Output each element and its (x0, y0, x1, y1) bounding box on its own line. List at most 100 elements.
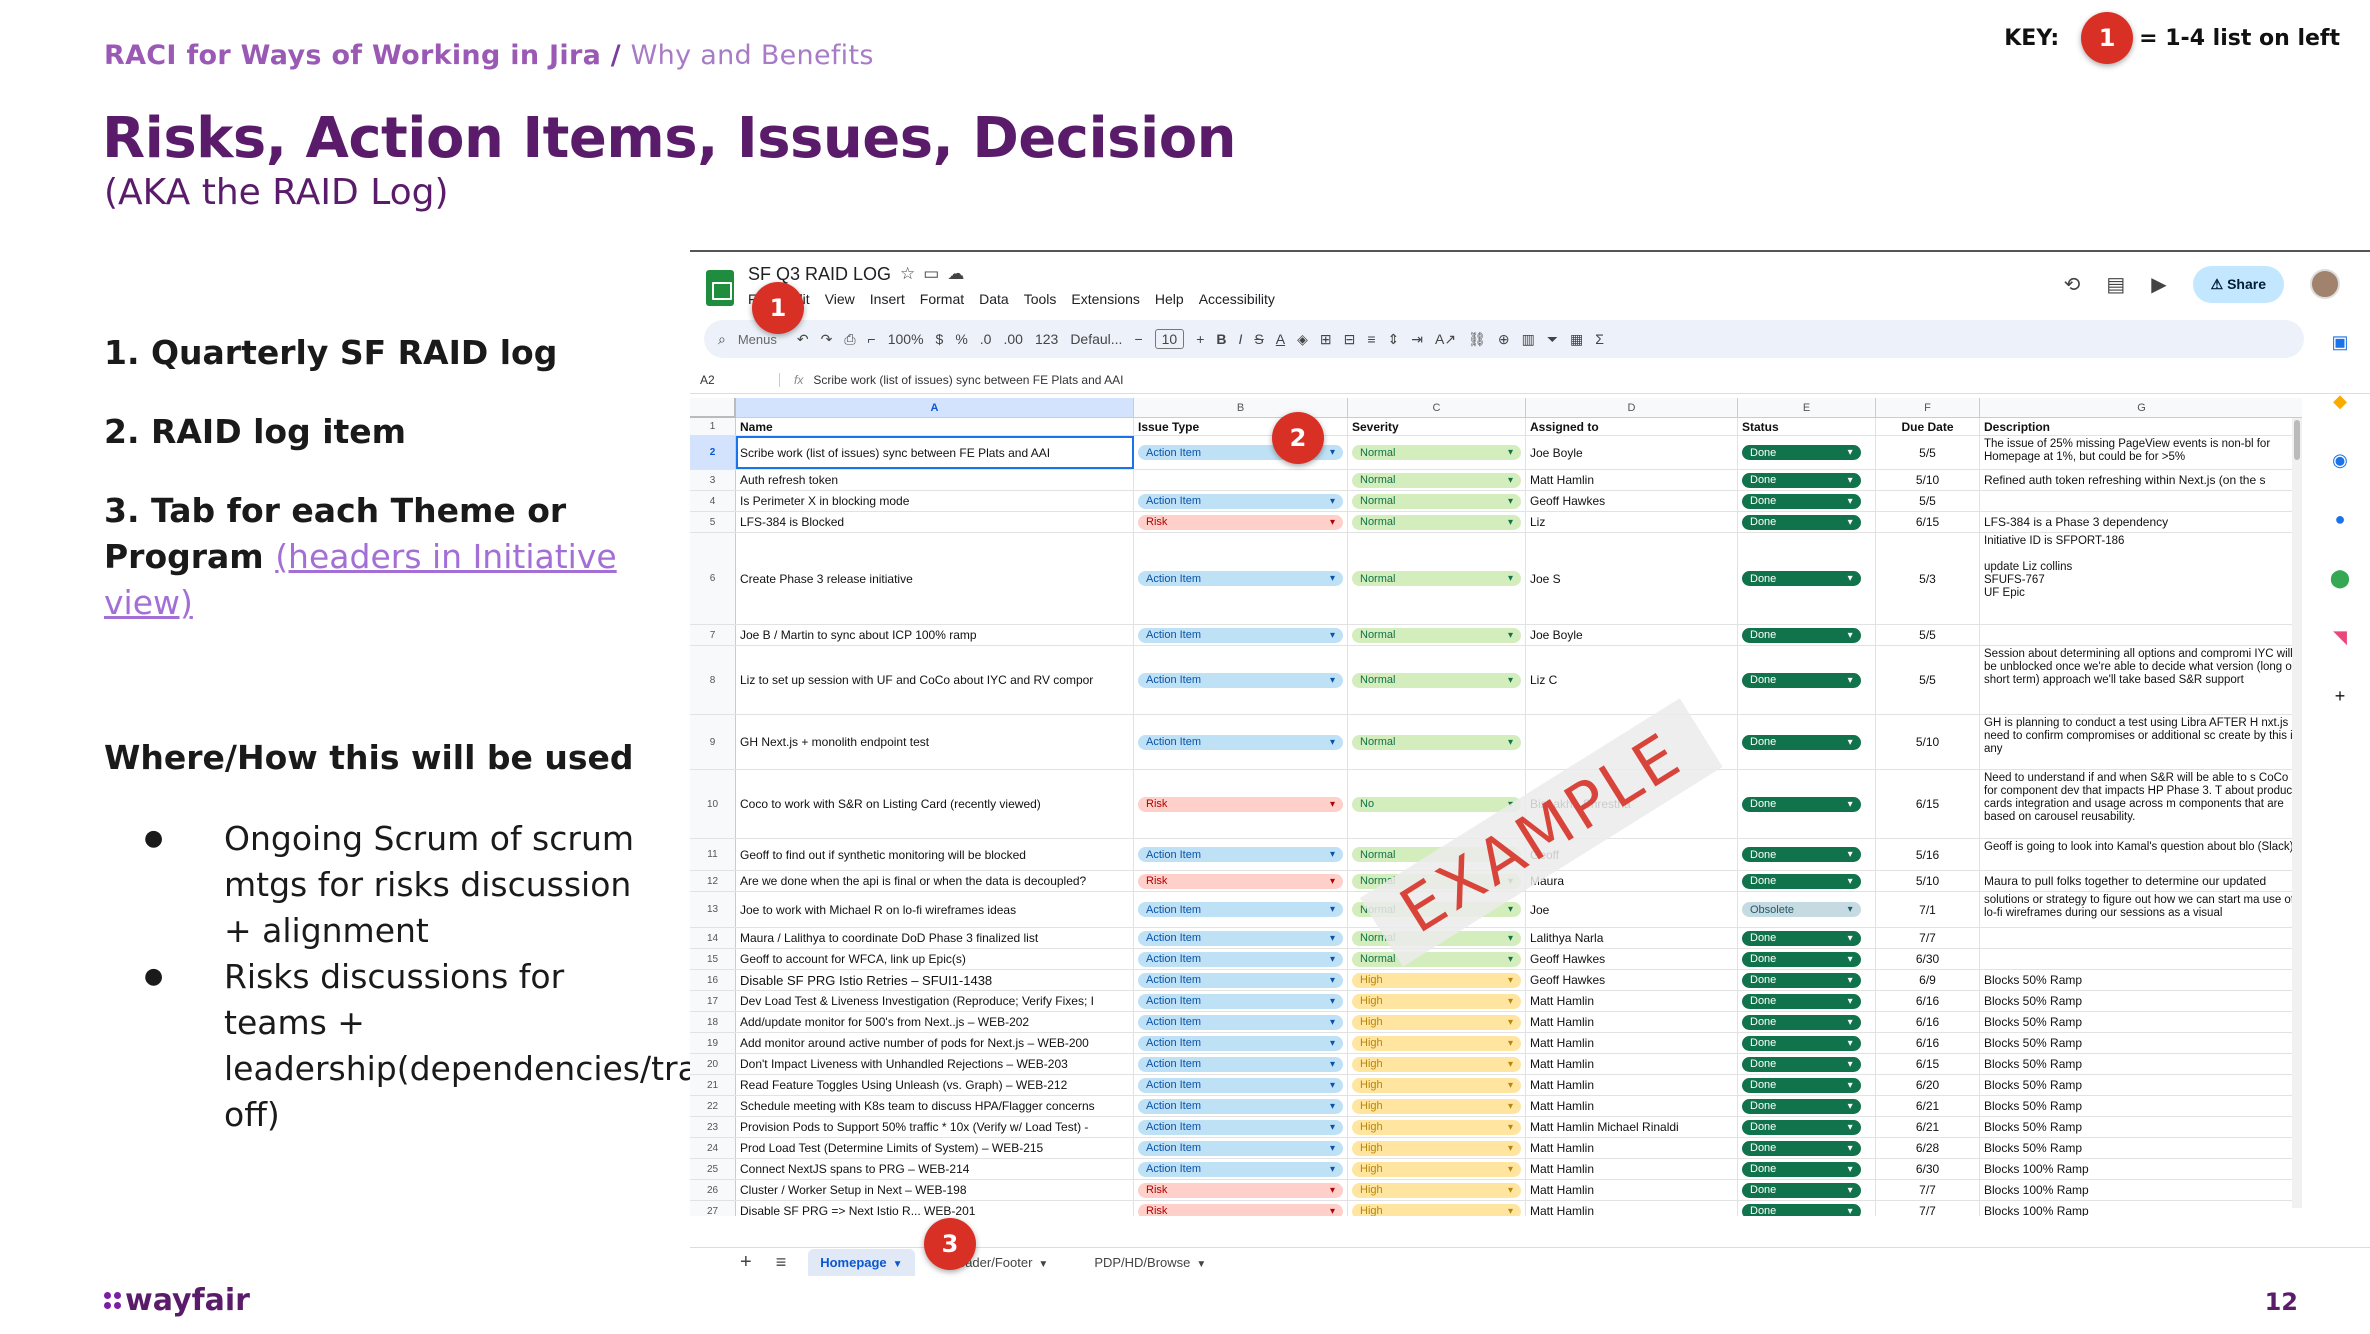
row-number[interactable]: 14 (690, 928, 736, 948)
header-cell[interactable]: Description (1980, 418, 2302, 435)
status-dropdown[interactable]: Done (1742, 1014, 1861, 1030)
column-header-f[interactable]: F (1876, 398, 1980, 418)
severity-cell[interactable]: Normal (1348, 533, 1526, 624)
name-cell[interactable]: Geoff to account for WFCA, link up Epic(… (736, 949, 1134, 969)
status-dropdown[interactable]: Done (1742, 672, 1861, 688)
description-cell[interactable]: Blocks 50% Ramp (1980, 970, 2302, 990)
header-cell[interactable]: Severity (1348, 418, 1526, 435)
menu-data[interactable]: Data (979, 291, 1009, 307)
sheets-logo-icon[interactable] (706, 270, 734, 306)
issue-type-dropdown[interactable]: Action Item (1138, 1161, 1343, 1177)
status-dropdown[interactable]: Done (1742, 734, 1861, 750)
severity-cell[interactable]: High (1348, 1201, 1526, 1216)
description-cell[interactable]: Blocks 50% Ramp (1980, 1075, 2302, 1095)
cell-reference[interactable]: A2 (690, 372, 780, 387)
severity-cell[interactable]: High (1348, 1180, 1526, 1200)
severity-dropdown[interactable]: High (1352, 1098, 1521, 1114)
severity-cell[interactable]: High (1348, 1096, 1526, 1116)
column-header-a[interactable]: A (736, 398, 1134, 418)
due-date-cell[interactable]: 6/30 (1876, 949, 1980, 969)
status-cell[interactable]: Done (1738, 646, 1876, 714)
severity-cell[interactable]: High (1348, 1138, 1526, 1158)
issue-type-dropdown[interactable]: Risk (1138, 1182, 1343, 1198)
assigned-cell[interactable]: Geoff Hawkes (1526, 949, 1738, 969)
issue-type-dropdown[interactable]: Action Item (1138, 734, 1343, 750)
due-date-cell[interactable]: 5/3 (1876, 533, 1980, 624)
issue-type-cell[interactable]: Risk (1134, 512, 1348, 532)
severity-dropdown[interactable]: High (1352, 993, 1521, 1009)
comment-icon[interactable]: ⊕ (1498, 331, 1510, 348)
issue-type-dropdown[interactable]: Action Item (1138, 1119, 1343, 1135)
assigned-cell[interactable]: Matt Hamlin (1526, 1201, 1738, 1216)
severity-dropdown[interactable]: Normal (1352, 627, 1521, 643)
severity-dropdown[interactable]: No (1352, 796, 1521, 812)
status-dropdown[interactable]: Done (1742, 571, 1861, 586)
menus-search[interactable]: Menus (738, 332, 777, 347)
name-cell[interactable]: GH Next.js + monolith endpoint test (736, 715, 1134, 769)
chart-icon[interactable]: ▥ (1522, 331, 1535, 348)
severity-dropdown[interactable]: High (1352, 1077, 1521, 1093)
description-cell[interactable] (1980, 928, 2302, 948)
assigned-cell[interactable]: Matt Hamlin (1526, 470, 1738, 490)
name-cell[interactable]: Provision Pods to Support 50% traffic * … (736, 1117, 1134, 1137)
redo-icon[interactable]: ↷ (821, 331, 833, 348)
issue-type-dropdown[interactable]: Action Item (1138, 1098, 1343, 1114)
status-dropdown[interactable]: Done (1742, 1161, 1861, 1177)
name-cell[interactable]: Schedule meeting with K8s team to discus… (736, 1096, 1134, 1116)
description-cell[interactable]: Initiative ID is SFPORT-186 update Liz c… (1980, 533, 2302, 624)
severity-cell[interactable]: High (1348, 1054, 1526, 1074)
add-sheet-icon[interactable]: + (740, 1251, 752, 1274)
issue-type-dropdown[interactable]: Action Item (1138, 493, 1343, 509)
status-dropdown[interactable]: Obsolete (1742, 902, 1861, 917)
row-number[interactable]: 1 (690, 418, 736, 435)
status-dropdown[interactable]: Done (1742, 930, 1861, 946)
status-cell[interactable]: Done (1738, 1054, 1876, 1074)
italic-icon[interactable]: I (1239, 331, 1243, 347)
issue-type-cell[interactable]: Action Item (1134, 892, 1348, 927)
status-dropdown[interactable]: Done (1742, 972, 1861, 988)
due-date-cell[interactable]: 6/28 (1876, 1138, 1980, 1158)
severity-dropdown[interactable]: High (1352, 1035, 1521, 1051)
status-dropdown[interactable]: Done (1742, 1182, 1861, 1198)
filter-views-icon[interactable]: ▦ (1570, 331, 1583, 348)
percent-button[interactable]: % (955, 331, 967, 347)
row-number[interactable]: 17 (690, 991, 736, 1011)
tab-pdp[interactable]: PDP/HD/Browse ▼ (1082, 1249, 1218, 1276)
tasks-icon[interactable]: ◉ (2332, 450, 2348, 471)
status-cell[interactable]: Done (1738, 1201, 1876, 1216)
status-dropdown[interactable]: Done (1742, 1056, 1861, 1072)
link-icon[interactable]: ⛓ (1468, 331, 1486, 348)
severity-dropdown[interactable]: Normal (1352, 571, 1521, 586)
assigned-cell[interactable]: Matt Hamlin (1526, 1054, 1738, 1074)
severity-dropdown[interactable]: High (1352, 1203, 1521, 1216)
status-dropdown[interactable]: Done (1742, 472, 1861, 488)
severity-cell[interactable]: Normal (1348, 436, 1526, 469)
due-date-cell[interactable]: 6/15 (1876, 1054, 1980, 1074)
assigned-cell[interactable]: Matt Hamlin Michael Rinaldi (1526, 1117, 1738, 1137)
column-header-b[interactable]: B (1134, 398, 1348, 418)
description-cell[interactable]: Blocks 50% Ramp (1980, 991, 2302, 1011)
status-cell[interactable]: Done (1738, 470, 1876, 490)
increase-decimal-button[interactable]: .00 (1003, 331, 1022, 347)
assigned-cell[interactable]: Lalithya Narla (1526, 928, 1738, 948)
severity-cell[interactable]: High (1348, 991, 1526, 1011)
name-cell[interactable]: Auth refresh token (736, 470, 1134, 490)
status-dropdown[interactable]: Done (1742, 627, 1861, 643)
name-cell[interactable]: Read Feature Toggles Using Unleash (vs. … (736, 1075, 1134, 1095)
status-cell[interactable]: Done (1738, 770, 1876, 838)
assigned-cell[interactable]: Matt Hamlin (1526, 1096, 1738, 1116)
status-dropdown[interactable]: Done (1742, 514, 1861, 530)
borders-icon[interactable]: ⊞ (1320, 331, 1332, 348)
name-cell[interactable]: LFS-384 is Blocked (736, 512, 1134, 532)
description-cell[interactable] (1980, 491, 2302, 511)
row-number[interactable]: 19 (690, 1033, 736, 1053)
status-cell[interactable]: Done (1738, 1159, 1876, 1179)
row-number[interactable]: 18 (690, 1012, 736, 1032)
due-date-cell[interactable]: 6/21 (1876, 1117, 1980, 1137)
severity-dropdown[interactable]: High (1352, 1140, 1521, 1156)
issue-type-cell[interactable]: Action Item (1134, 491, 1348, 511)
add-addon-icon[interactable]: + (2335, 686, 2346, 707)
issue-type-dropdown[interactable]: Action Item (1138, 1056, 1343, 1072)
row-number[interactable]: 9 (690, 715, 736, 769)
tab-homepage[interactable]: Homepage ▼ (808, 1249, 915, 1276)
